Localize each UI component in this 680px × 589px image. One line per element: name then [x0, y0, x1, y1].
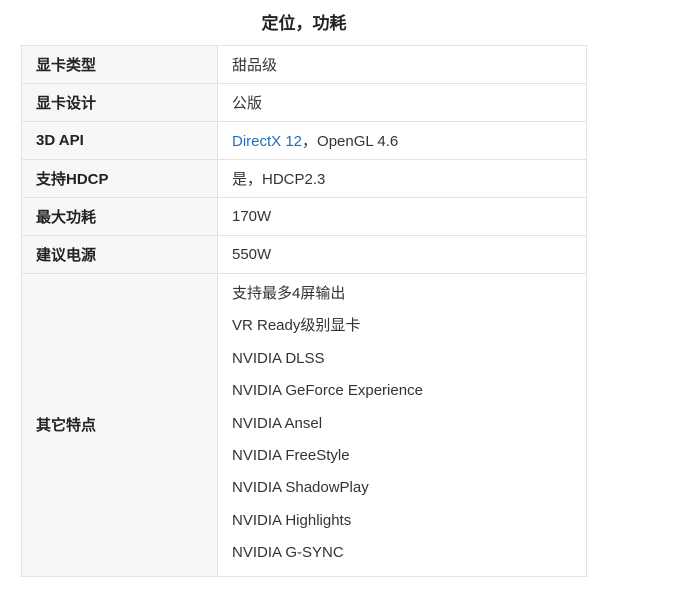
spec-value: 是，HDCP2.3 — [217, 159, 587, 198]
spec-row-recommended-psu: 建议电源 550W — [21, 235, 587, 274]
spec-row-card-design: 显卡设计 公版 — [21, 83, 587, 122]
spec-key: 建议电源 — [21, 235, 218, 274]
spec-table: 显卡类型 甜品级 显卡设计 公版 3D API DirectX 12，OpenG… — [21, 45, 587, 577]
feature-item: NVIDIA FreeStyle — [232, 446, 350, 464]
spec-value: 550W — [217, 235, 587, 274]
spec-row-max-power: 最大功耗 170W — [21, 197, 587, 236]
feature-item: NVIDIA Ansel — [232, 414, 323, 432]
feature-item: VR Ready级别显卡 — [232, 317, 361, 335]
feature-item: NVIDIA Highlights — [232, 511, 352, 529]
feature-item: 支持最多4屏输出 — [232, 285, 346, 302]
spec-value: 支持最多4屏输出 VR Ready级别显卡 NVIDIA DLSS NVIDIA… — [217, 273, 587, 577]
spec-value: 公版 — [217, 83, 587, 122]
spec-value: DirectX 12，OpenGL 4.6 — [217, 121, 587, 160]
directx-link[interactable]: DirectX 12 — [232, 133, 302, 150]
spec-row-hdcp: 支持HDCP 是，HDCP2.3 — [21, 159, 587, 198]
spec-key: 3D API — [21, 121, 218, 160]
feature-list: 支持最多4屏输出 VR Ready级别显卡 NVIDIA DLSS NVIDIA… — [232, 274, 586, 576]
spec-key: 其它特点 — [21, 273, 218, 577]
spec-key: 支持HDCP — [21, 159, 218, 198]
spec-row-3d-api: 3D API DirectX 12，OpenGL 4.6 — [21, 121, 587, 160]
spec-value: 170W — [217, 197, 587, 236]
feature-item: NVIDIA G-SYNC — [232, 544, 344, 562]
feature-item: NVIDIA ShadowPlay — [232, 479, 369, 497]
spec-key: 最大功耗 — [21, 197, 218, 236]
spec-row-card-type: 显卡类型 甜品级 — [21, 45, 587, 84]
spec-value-rest: ，OpenGL 4.6 — [302, 133, 399, 150]
spec-key: 显卡类型 — [21, 45, 218, 84]
spec-key: 显卡设计 — [21, 83, 218, 122]
feature-item: NVIDIA GeForce Experience — [232, 382, 423, 400]
spec-value: 甜品级 — [217, 45, 587, 84]
feature-item: NVIDIA DLSS — [232, 349, 325, 367]
page-title: 定位，功耗 — [261, 14, 347, 33]
spec-row-features: 其它特点 支持最多4屏输出 VR Ready级别显卡 NVIDIA DLSS N… — [21, 273, 587, 577]
